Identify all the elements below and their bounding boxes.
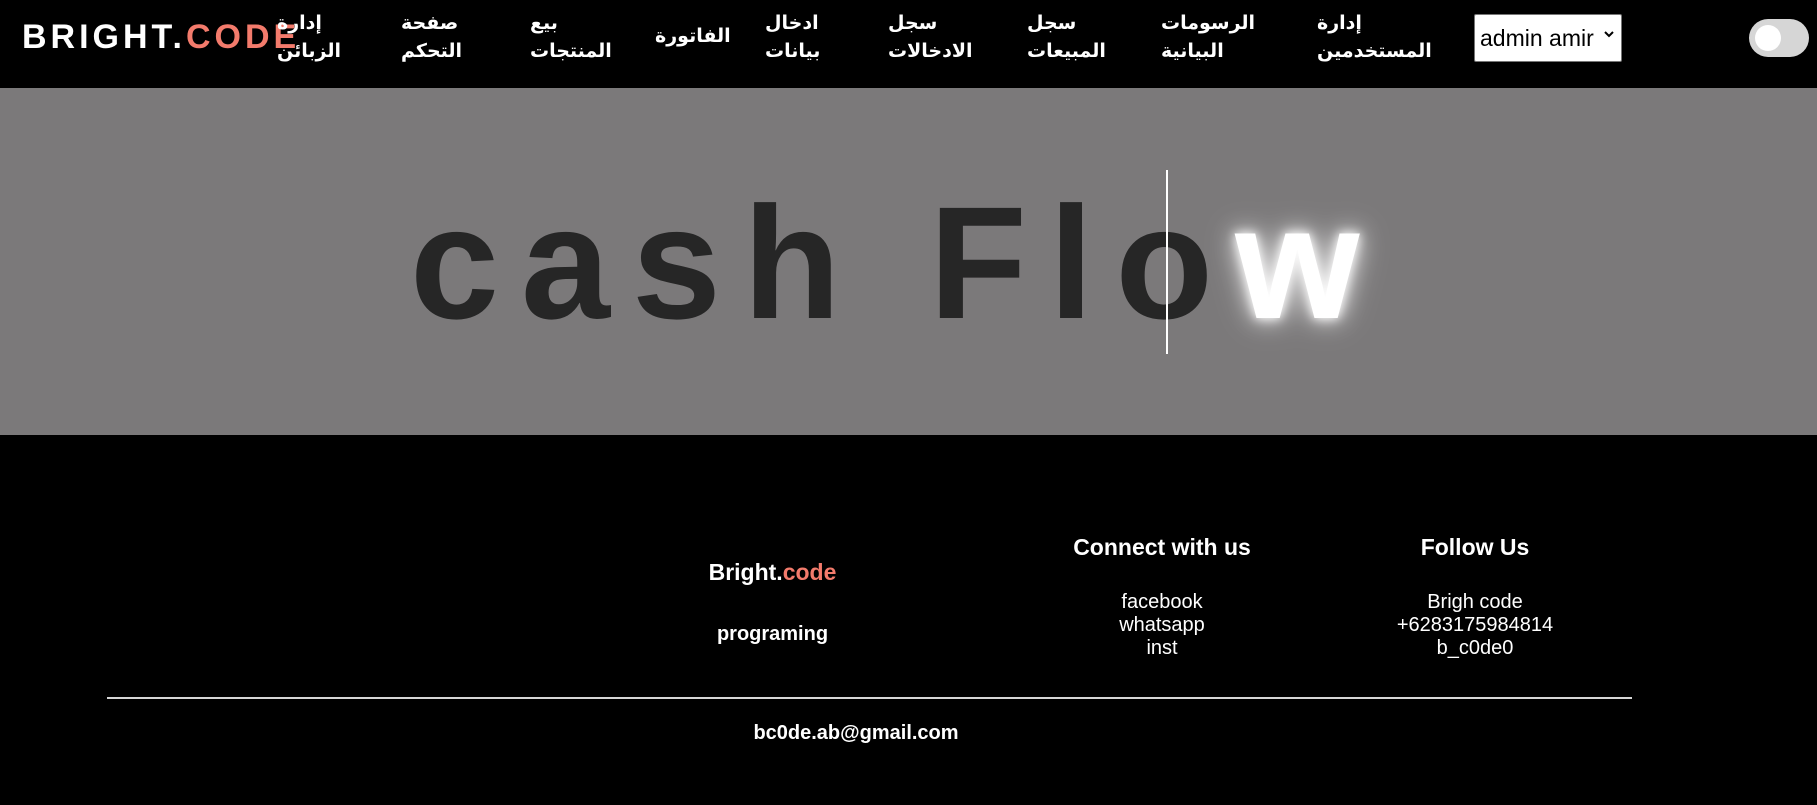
user-select-value: admin amir [1480,24,1594,51]
nav-label-line1: سجل [888,13,938,34]
user-select-dropdown[interactable]: admin amir [1474,14,1622,62]
hero-banner: cash Flow [0,88,1817,435]
footer-follow-column: Follow Us Brigh code +6283175984814 b_c0… [1325,533,1625,660]
nav-label-line2: المبيعات [1027,41,1106,62]
typing-cursor [1166,170,1168,354]
footer-brand-name: Bright.code [680,558,865,586]
nav-label-line2: البيانية [1161,41,1224,62]
connect-heading: Connect with us [1073,534,1251,560]
nav-label-line2: المنتجات [530,41,612,62]
nav-sell-products[interactable]: بيع المنتجات [530,10,612,66]
footer-brand-main: Bright. [708,559,783,585]
nav-charts[interactable]: الرسومات البيانية [1161,10,1255,66]
follow-links: Brigh code +6283175984814 b_c0de0 [1325,591,1625,660]
nav-sales-log[interactable]: سجل المبيعات [1027,10,1106,66]
nav-label-line2: بيانات [765,41,821,62]
theme-toggle[interactable] [1749,19,1809,57]
nav-label-line1: إدارة [277,13,322,34]
nav-label-line1: صفحة [401,13,459,34]
follow-heading: Follow Us [1420,534,1530,560]
footer-brand-tagline: programing [716,623,829,645]
footer-email[interactable]: bc0de.ab@gmail.com [700,721,1012,745]
follow-link-instagram-handle[interactable]: b_c0de0 [1325,637,1625,660]
brand-logo[interactable]: BRIGHT.CODE [22,20,300,54]
connect-link-facebook[interactable]: facebook [1012,591,1312,614]
connect-link-instagram[interactable]: inst [1012,637,1312,660]
hero-title-glow-letter: w [1235,173,1382,352]
footer-connect-column: Connect with us facebook whatsapp inst [1012,533,1312,660]
nav-label-line1: ادخال [765,13,819,34]
nav-customers-management[interactable]: إدارة الزبائن [277,10,341,66]
hero-title-text: cash Flo [410,173,1236,352]
nav-data-entry[interactable]: ادخال بيانات [765,10,820,66]
footer-brand: Bright.code programing [680,558,865,646]
nav-invoice[interactable]: الفاتورة [655,23,731,51]
nav-users-management[interactable]: إدارة المستخدمين [1317,10,1432,66]
footer-divider [107,697,1632,699]
nav-label-line2: التحكم [401,41,463,62]
nav-label-line1: بيع [530,13,558,34]
chevron-down-icon [1604,31,1614,38]
nav-label-line1: إدارة [1317,13,1362,34]
follow-link-phone[interactable]: +6283175984814 [1325,614,1625,637]
page-footer: Bright.code programing Connect with us f… [0,435,1817,805]
footer-brand-accent: code [782,559,837,585]
logo-main-text: BRIGHT. [22,18,186,56]
hero-title: cash Flow [410,183,1382,343]
nav-label-line2: الزبائن [277,41,341,62]
nav-label-line1: الرسومات [1161,13,1256,34]
nav-label-line1: سجل [1027,13,1077,34]
nav-label-line2: المستخدمين [1317,41,1432,62]
nav-label-line2: الادخالات [888,41,973,62]
top-navbar: BRIGHT.CODE إدارة الزبائن صفحة التحكم بي… [0,0,1817,88]
connect-link-whatsapp[interactable]: whatsapp [1012,614,1312,637]
nav-entries-log[interactable]: سجل الادخالات [888,10,972,66]
follow-link-facebook-page[interactable]: Brigh code [1325,591,1625,614]
nav-label-line1: الفاتورة [655,26,731,47]
nav-dashboard[interactable]: صفحة التحكم [401,10,462,66]
toggle-knob [1755,25,1781,51]
connect-links: facebook whatsapp inst [1012,591,1312,660]
